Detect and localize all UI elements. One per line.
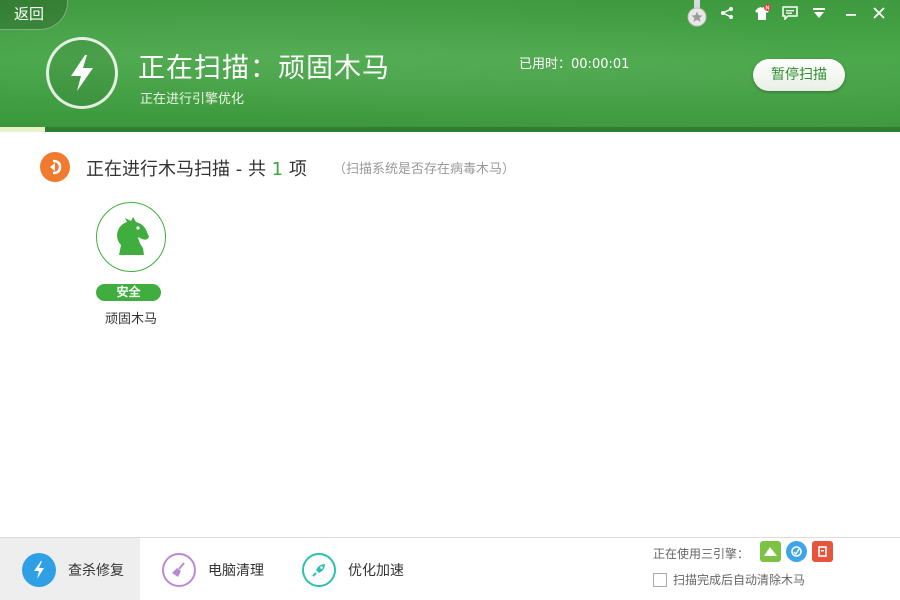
auto-clear-option: 扫描完成后自动清除木马 [653, 571, 805, 588]
engine-cloud-icon [760, 541, 781, 562]
scan-item-count: 1 [272, 159, 283, 180]
pause-scan-button[interactable]: 暂停扫描 [753, 59, 845, 91]
elapsed-value: 00:00:01 [571, 57, 629, 72]
section-title-prefix: 正在进行木马扫描 - 共 [86, 159, 272, 180]
status-badge: 安全 [96, 284, 161, 301]
share-icon[interactable] [716, 2, 738, 24]
nav-optimize-speed[interactable]: 优化加速 [302, 538, 432, 600]
rocket-icon [302, 553, 336, 587]
lightning-icon [65, 53, 99, 93]
engine-qvm-icon [786, 541, 807, 562]
auto-clear-label: 扫描完成后自动清除木马 [673, 571, 805, 588]
lightning-icon [22, 553, 56, 587]
scan-subtitle: 正在进行引擎优化 [140, 88, 244, 107]
skin-shirt-icon[interactable]: N [751, 2, 773, 24]
nav-label: 电脑清理 [208, 560, 264, 580]
elapsed-time: 已用时：00:00:01 [519, 53, 629, 72]
engine-avira-icon [812, 541, 833, 562]
horse-icon [109, 215, 153, 259]
section-note: （扫描系统是否存在病毒木马） [333, 158, 515, 177]
new-badge: N [766, 6, 770, 12]
scan-progress-bar [0, 127, 900, 132]
close-icon[interactable] [868, 2, 890, 24]
nav-scan-repair[interactable]: 查杀修复 [0, 538, 140, 600]
auto-clear-checkbox[interactable] [653, 573, 667, 587]
section-arrow-icon [40, 152, 70, 182]
scan-header: 返回 正在扫描：顽固木马 正在进行引擎优化 已用时：00:00:01 暂停扫描 … [0, 0, 900, 132]
scan-item-label: 顽固木马 [96, 308, 166, 327]
section-title: 正在进行木马扫描 - 共 1 项 [86, 155, 307, 181]
nav-label: 优化加速 [348, 560, 404, 580]
message-icon[interactable] [779, 2, 801, 24]
engine-label: 正在使用三引擎： [653, 545, 749, 562]
scan-progress-fill [0, 127, 45, 132]
scan-status-ring [46, 37, 118, 109]
nav-pc-cleanup[interactable]: 电脑清理 [162, 538, 292, 600]
medal-icon[interactable] [686, 0, 708, 28]
nav-label: 查杀修复 [68, 560, 124, 580]
scan-item-stubborn-trojan [96, 202, 166, 272]
scan-title: 正在扫描：顽固木马 [138, 46, 390, 85]
menu-dropdown-icon[interactable] [808, 2, 830, 24]
elapsed-label: 已用时： [519, 57, 571, 72]
minimize-icon[interactable] [840, 2, 862, 24]
section-title-suffix: 项 [283, 159, 307, 180]
broom-icon [162, 553, 196, 587]
